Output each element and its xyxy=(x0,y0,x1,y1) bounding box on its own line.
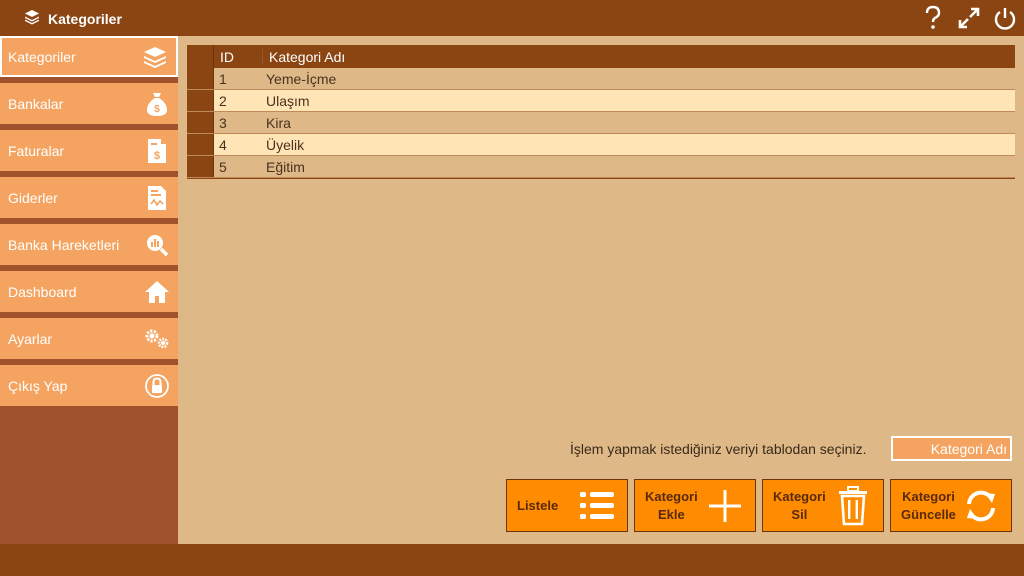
delete-category-button[interactable]: Kategori Sil xyxy=(762,479,884,532)
cell-id[interactable]: 3 xyxy=(214,112,262,133)
sidebar-item-cikis-yap[interactable]: Çıkış Yap xyxy=(0,365,178,406)
svg-text:$: $ xyxy=(154,150,160,162)
cell-id[interactable]: 4 xyxy=(214,134,262,155)
column-header-id[interactable]: ID xyxy=(214,49,262,65)
list-icon xyxy=(577,486,617,526)
bottom-bar xyxy=(0,544,1024,576)
layers-icon xyxy=(142,44,168,70)
sidebar-item-faturalar[interactable]: Faturalar $ xyxy=(0,130,178,171)
window-title: Kategoriler xyxy=(48,10,122,27)
list-button[interactable]: Listele xyxy=(506,479,628,532)
gears-icon xyxy=(144,326,170,352)
sidebar-item-label: Dashboard xyxy=(8,283,77,300)
cell-id[interactable]: 1 xyxy=(214,68,262,89)
cell-id[interactable]: 2 xyxy=(214,90,262,111)
maximize-icon[interactable] xyxy=(956,4,982,32)
cell-name[interactable]: Yeme-İçme xyxy=(262,68,1015,89)
row-header[interactable] xyxy=(187,134,214,155)
plus-icon xyxy=(705,486,745,526)
table-row[interactable]: 2 Ulaşım xyxy=(187,90,1015,112)
sidebar-item-dashboard[interactable]: Dashboard xyxy=(0,271,178,312)
sidebar-item-label: Kategoriler xyxy=(8,48,76,65)
sidebar-item-giderler[interactable]: Giderler xyxy=(0,177,178,218)
analytics-icon xyxy=(144,232,170,258)
table-row[interactable]: 3 Kira xyxy=(187,112,1015,134)
trash-icon xyxy=(833,485,873,526)
update-category-button[interactable]: Kategori Güncelle xyxy=(890,479,1012,532)
sidebar-item-kategoriler[interactable]: Kategoriler xyxy=(0,36,178,77)
sidebar-item-label: Faturalar xyxy=(8,142,65,159)
money-bag-icon: $ xyxy=(144,91,170,117)
title-bar: Kategoriler xyxy=(0,0,1024,36)
add-category-button-label: Kategori Ekle xyxy=(645,488,698,522)
cell-name[interactable]: Eğitim xyxy=(262,156,1015,177)
row-header[interactable] xyxy=(187,90,214,111)
sidebar: Kategoriler Bankalar $ Faturalar $ Gider… xyxy=(0,36,178,544)
selection-hint: İşlem yapmak istediğiniz veriyi tablodan… xyxy=(570,441,867,457)
svg-text:$: $ xyxy=(154,104,160,115)
delete-category-button-label: Kategori Sil xyxy=(773,488,826,522)
layers-icon xyxy=(24,9,40,28)
update-category-button-label: Kategori Güncelle xyxy=(901,488,956,522)
sidebar-item-banka-hareketleri[interactable]: Banka Hareketleri xyxy=(0,224,178,265)
table-row[interactable]: 1 Yeme-İçme xyxy=(187,68,1015,90)
sidebar-item-label: Banka Hareketleri xyxy=(8,236,120,253)
table-row[interactable]: 5 Eğitim xyxy=(187,156,1015,178)
lock-icon xyxy=(144,373,170,399)
sidebar-item-bankalar[interactable]: Bankalar $ xyxy=(0,83,178,124)
expense-document-icon xyxy=(144,185,170,211)
home-icon xyxy=(144,279,170,305)
sidebar-item-label: Bankalar xyxy=(8,95,64,112)
row-header[interactable] xyxy=(187,156,214,177)
table-row[interactable]: 4 Üyelik xyxy=(187,134,1015,156)
refresh-icon xyxy=(961,486,1001,526)
row-header[interactable] xyxy=(187,68,214,89)
row-header[interactable] xyxy=(187,112,214,133)
cell-name[interactable]: Kira xyxy=(262,112,1015,133)
app-title: Kategoriler xyxy=(24,9,122,28)
sidebar-item-label: Çıkış Yap xyxy=(8,377,68,394)
invoice-icon: $ xyxy=(144,138,170,164)
help-icon[interactable] xyxy=(920,4,946,32)
sidebar-item-label: Giderler xyxy=(8,189,58,206)
category-name-input[interactable] xyxy=(891,436,1012,461)
column-header-name[interactable]: Kategori Adı xyxy=(262,48,1015,65)
sidebar-item-label: Ayarlar xyxy=(8,330,53,347)
main-panel: ID Kategori Adı 1 Yeme-İçme 2 Ulaşım 3 K… xyxy=(178,36,1024,544)
table-header: ID Kategori Adı xyxy=(187,45,1015,68)
row-header-corner xyxy=(187,45,214,68)
power-icon[interactable] xyxy=(992,4,1018,32)
cell-name[interactable]: Ulaşım xyxy=(262,90,1015,111)
cell-id[interactable]: 5 xyxy=(214,156,262,177)
list-button-label: Listele xyxy=(517,497,559,513)
cell-name[interactable]: Üyelik xyxy=(262,134,1015,155)
sidebar-item-ayarlar[interactable]: Ayarlar xyxy=(0,318,178,359)
category-table: ID Kategori Adı 1 Yeme-İçme 2 Ulaşım 3 K… xyxy=(187,45,1015,179)
add-category-button[interactable]: Kategori Ekle xyxy=(634,479,756,532)
